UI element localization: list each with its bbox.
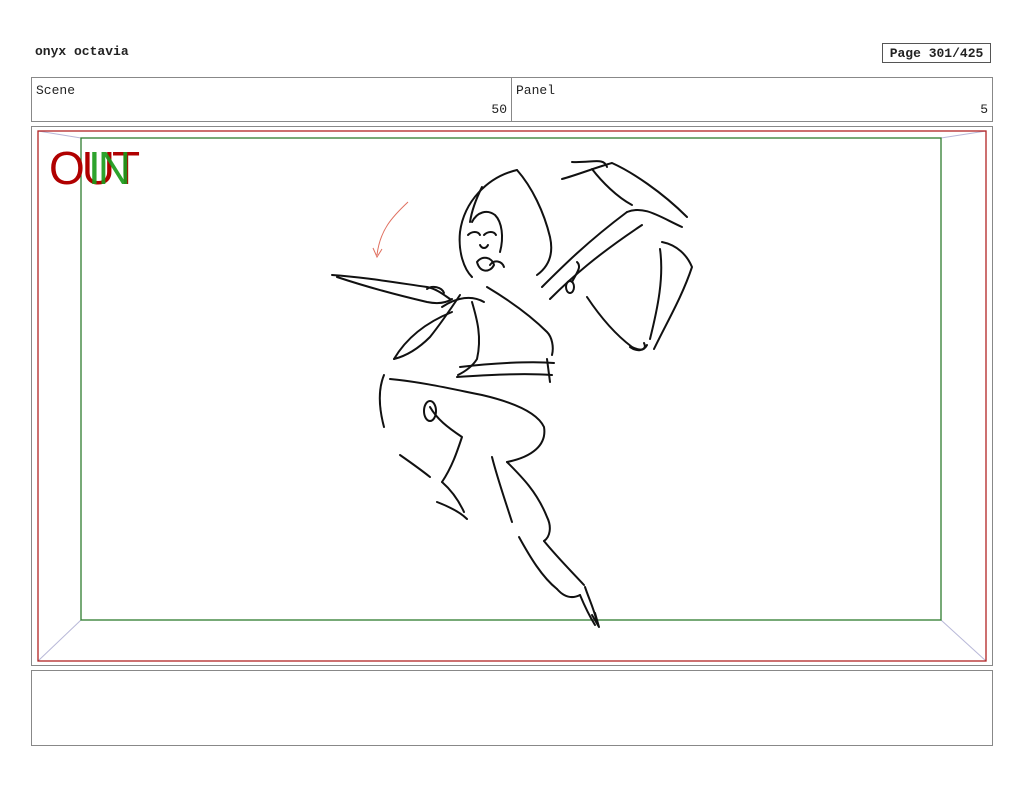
project-title: onyx octavia [35,44,129,59]
scene-panel-bar: Scene 50 Panel 5 [31,77,993,122]
scene-cell: Scene 50 [32,78,512,121]
out-safe-area [37,130,987,662]
in-safe-area [80,137,942,621]
in-tag: IN [88,142,131,194]
panel-cell: Panel 5 [512,78,992,121]
panel-drawing [37,130,987,662]
notes-box [31,670,993,746]
motion-arrow [372,201,409,259]
frame-guides [37,130,987,662]
page-indicator: Page 301/425 [882,43,991,63]
panel-label: Panel [516,83,556,98]
scene-label: Scene [36,83,76,98]
storyboard-frame: OUT IN [31,126,993,666]
scene-number: 50 [491,102,507,117]
panel-number: 5 [980,102,988,117]
character-sketch [331,160,693,628]
